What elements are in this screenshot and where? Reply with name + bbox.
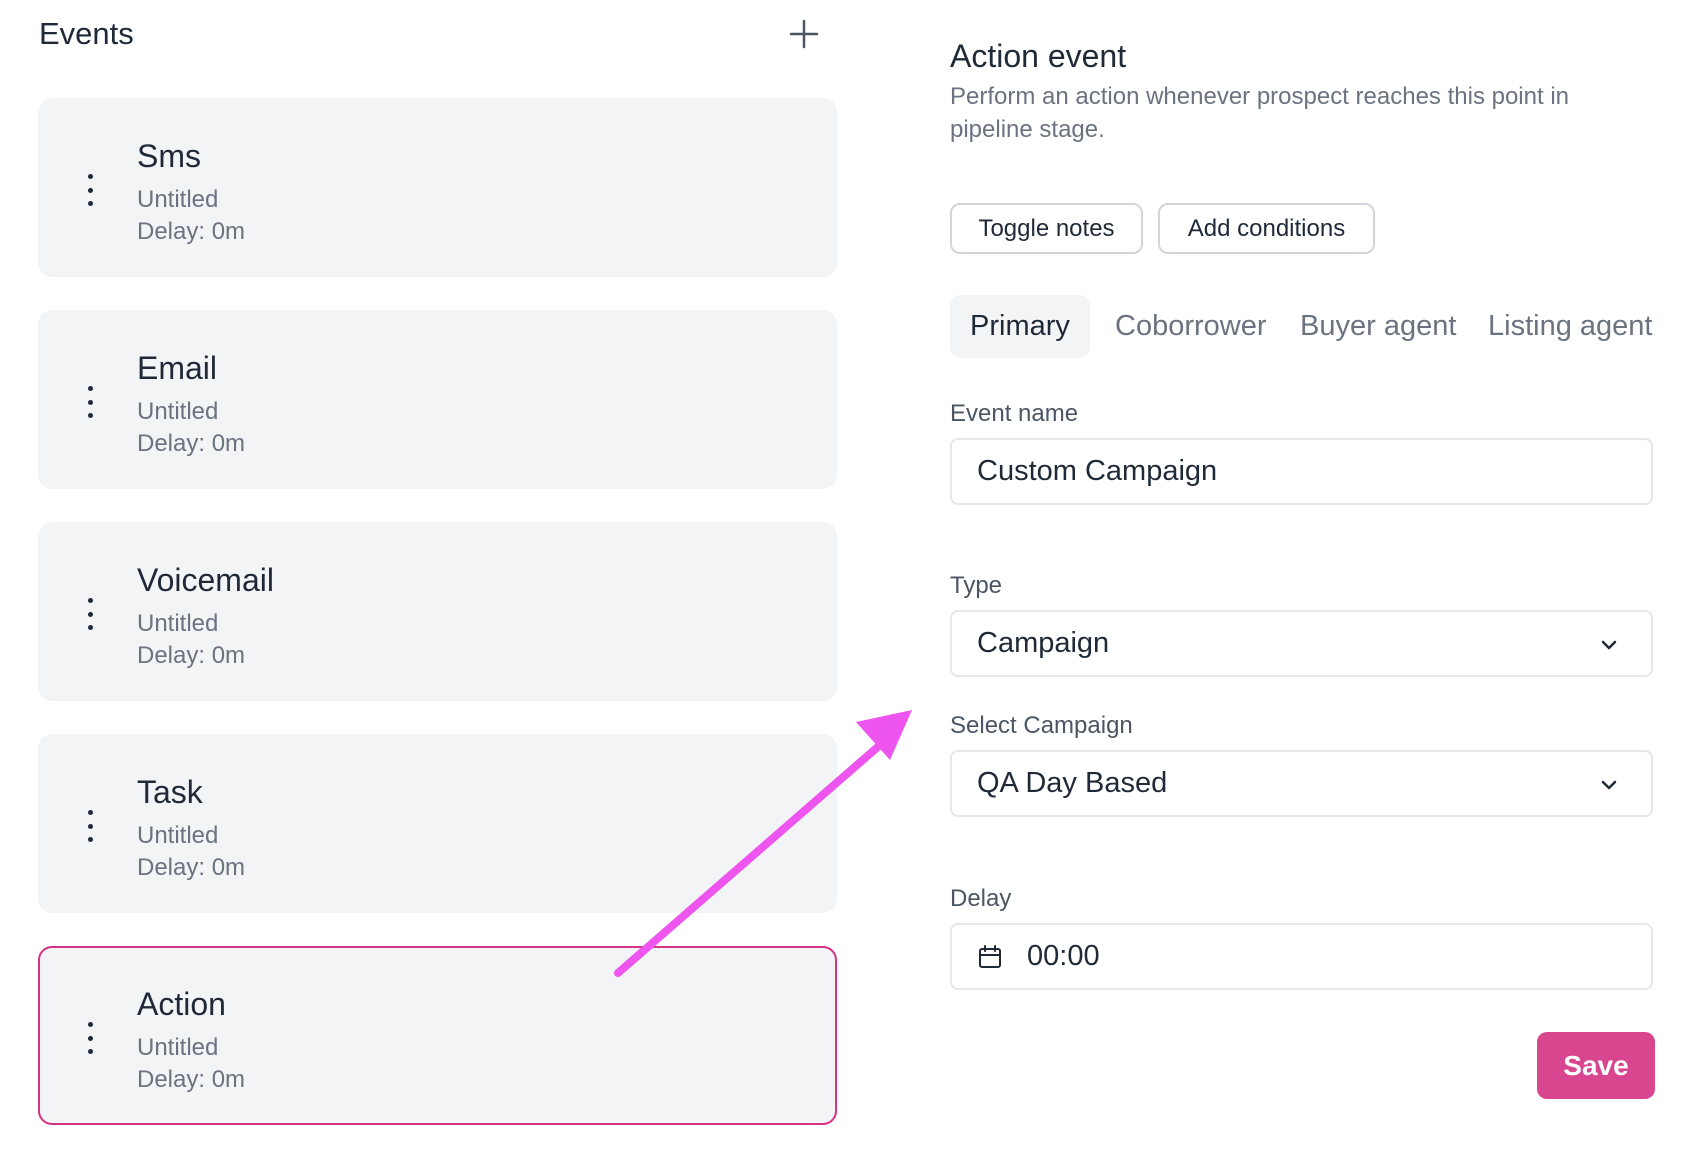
event-card-name: Untitled: [137, 1034, 219, 1061]
event-card-sms[interactable]: Sms Untitled Delay: 0m: [38, 98, 837, 277]
event-card-task[interactable]: Task Untitled Delay: 0m: [38, 734, 837, 913]
event-card-delay: Delay: 0m: [137, 218, 246, 245]
event-name-label: Event name: [950, 400, 1079, 427]
kebab-menu-icon[interactable]: [78, 1018, 102, 1058]
chevron-down-icon: [1601, 780, 1617, 790]
tab-coborrower[interactable]: Coborrower: [1095, 295, 1287, 358]
event-card-subtitle: Untitled Delay: 0m: [137, 1032, 245, 1096]
page: Events Sms Untitled Delay: 0m Email Unti…: [0, 0, 1694, 1164]
event-card-delay: Delay: 0m: [137, 854, 246, 881]
event-card-subtitle: Untitled Delay: 0m: [137, 396, 245, 460]
tab-primary[interactable]: Primary: [950, 295, 1090, 358]
events-title: Events: [39, 16, 134, 51]
kebab-menu-icon[interactable]: [78, 806, 102, 846]
toggle-notes-button[interactable]: Toggle notes: [950, 203, 1143, 254]
event-card-subtitle: Untitled Delay: 0m: [137, 184, 245, 248]
action-event-title: Action event: [950, 38, 1127, 74]
event-card-title: Task: [137, 774, 203, 810]
event-card-name: Untitled: [137, 398, 219, 425]
select-campaign-value: QA Day Based: [977, 767, 1168, 799]
event-card-title: Email: [137, 350, 218, 386]
tab-listing-agent[interactable]: Listing agent: [1468, 295, 1672, 358]
action-event-panel: Action event Perform an action whenever …: [950, 0, 1694, 1164]
event-card-name: Untitled: [137, 610, 219, 637]
event-card-delay: Delay: 0m: [137, 1066, 246, 1093]
event-card-name: Untitled: [137, 822, 219, 849]
plus-icon: [789, 19, 819, 49]
event-card-delay: Delay: 0m: [137, 430, 246, 457]
event-card-delay: Delay: 0m: [137, 642, 246, 669]
event-card-subtitle: Untitled Delay: 0m: [137, 608, 245, 672]
chevron-down-icon: [1601, 640, 1617, 650]
type-select[interactable]: Campaign: [950, 610, 1653, 677]
event-card-voicemail[interactable]: Voicemail Untitled Delay: 0m: [38, 522, 837, 701]
kebab-menu-icon[interactable]: [78, 170, 102, 210]
select-campaign-label: Select Campaign: [950, 712, 1133, 739]
event-card-name: Untitled: [137, 186, 219, 213]
select-campaign-select[interactable]: QA Day Based: [950, 750, 1653, 817]
event-card-title: Sms: [137, 138, 201, 174]
event-card-action[interactable]: Action Untitled Delay: 0m: [38, 946, 837, 1125]
type-value: Campaign: [977, 627, 1110, 659]
event-name-value: Custom Campaign: [977, 455, 1218, 487]
calendar-icon: [979, 944, 1001, 968]
tab-buyer-agent[interactable]: Buyer agent: [1280, 295, 1476, 358]
type-label: Type: [950, 572, 1003, 599]
contact-tabs: Primary Coborrower Buyer agent Listing a…: [950, 295, 1694, 358]
action-event-description: Perform an action whenever prospect reac…: [950, 83, 1569, 143]
event-card-title: Action: [137, 986, 226, 1022]
event-name-input[interactable]: Custom Campaign: [950, 438, 1653, 505]
event-card-title: Voicemail: [137, 562, 274, 598]
add-event-button[interactable]: [784, 14, 824, 54]
save-button[interactable]: Save: [1537, 1032, 1655, 1099]
kebab-menu-icon[interactable]: [78, 594, 102, 634]
delay-input[interactable]: 00:00: [950, 923, 1653, 990]
add-conditions-button[interactable]: Add conditions: [1158, 203, 1375, 254]
event-card-subtitle: Untitled Delay: 0m: [137, 820, 245, 884]
delay-value: 00:00: [1027, 940, 1100, 972]
kebab-menu-icon[interactable]: [78, 382, 102, 422]
event-card-email[interactable]: Email Untitled Delay: 0m: [38, 310, 837, 489]
delay-label: Delay: [950, 885, 1012, 912]
